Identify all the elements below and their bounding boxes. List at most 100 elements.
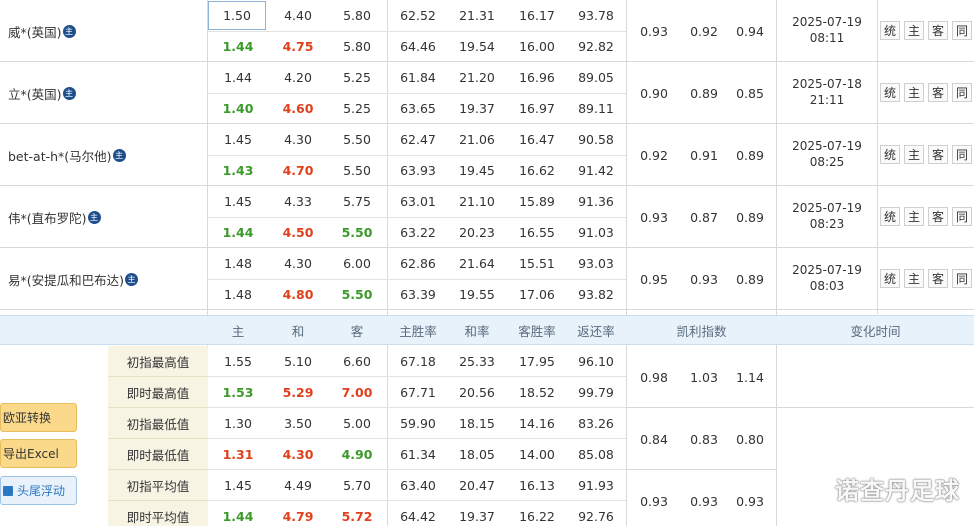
live-away-value: 5.25 <box>343 101 371 116</box>
live-home-rate-value: 63.39 <box>400 287 436 302</box>
change-time: 2025-07-19 08:23 <box>777 200 877 232</box>
stat-label: 即时最高值 <box>108 377 208 408</box>
stat-home-value: 1.55 <box>224 354 252 369</box>
home-button[interactable]: 主 <box>904 207 924 226</box>
initial-draw-rate-value: 21.64 <box>459 256 495 271</box>
stat-kelly-value: 0.83 <box>690 431 718 447</box>
same-button[interactable]: 同 <box>952 83 972 102</box>
initial-home-rate-value: 63.01 <box>400 194 436 209</box>
bookmaker-name[interactable]: 伟*(直布罗陀) 主 <box>8 208 101 227</box>
away-button[interactable]: 客 <box>928 207 948 226</box>
same-button[interactable]: 同 <box>952 269 972 288</box>
stat-draw-rate-value: 18.05 <box>459 447 495 462</box>
live-draw-rate-value: 19.55 <box>459 287 495 302</box>
stats-button[interactable]: 统 <box>880 21 900 40</box>
stats-button[interactable]: 统 <box>880 269 900 288</box>
initial-away-rate-value: 16.96 <box>519 70 555 85</box>
same-button[interactable]: 同 <box>952 21 972 40</box>
home-button[interactable]: 主 <box>904 83 924 102</box>
same-button[interactable]: 同 <box>952 145 972 164</box>
initial-draw-rate-value: 21.31 <box>459 8 495 23</box>
initial-away-rate-value: 15.51 <box>519 256 555 271</box>
stat-kelly-value: 0.84 <box>640 431 668 447</box>
stat-label: 即时平均值 <box>108 501 208 526</box>
stats-button[interactable]: 统 <box>880 83 900 102</box>
live-return-rate-value: 91.03 <box>578 225 614 240</box>
initial-home-rate-value: 61.84 <box>400 70 436 85</box>
away-button[interactable]: 客 <box>928 21 948 40</box>
home-button[interactable]: 主 <box>904 269 924 288</box>
live-home-value: 1.44 <box>222 39 254 54</box>
stats-button[interactable]: 统 <box>880 145 900 164</box>
export-excel-button[interactable]: 导出Excel <box>0 439 77 468</box>
bookmaker-name-label: 易*(安提瓜和巴布达) <box>8 273 125 288</box>
bookmaker-name[interactable]: bet-at-h*(马尔他) 主 <box>8 146 126 165</box>
live-away-value: 5.50 <box>341 225 373 240</box>
main-badge-icon: 主 <box>125 273 139 286</box>
stat-home-rate-value: 67.18 <box>400 354 436 369</box>
header-away-rate: 客胜率 <box>518 323 556 339</box>
stat-label: 即时最低值 <box>108 439 208 470</box>
bookmaker-name[interactable]: 威*(英国) 主 <box>8 22 76 41</box>
stat-away-rate-value: 16.22 <box>519 509 555 524</box>
head-tail-float-button[interactable]: 头尾浮动 <box>0 476 77 505</box>
initial-home-value: 1.50 <box>208 1 266 30</box>
initial-away-value: 6.00 <box>343 256 371 271</box>
change-date: 2025-07-19 <box>792 15 862 29</box>
initial-home-rate-value: 62.52 <box>400 8 436 23</box>
euro-asia-convert-button[interactable]: 欧亚转换 <box>0 403 77 432</box>
stat-kelly-value: 1.14 <box>736 369 764 385</box>
kelly-value: 0.93 <box>690 271 718 287</box>
stat-return-rate-value: 91.93 <box>578 478 614 493</box>
stat-label: 初指最高值 <box>108 346 208 377</box>
header-draw-rate: 和率 <box>464 323 490 339</box>
kelly-value: 0.93 <box>640 23 668 39</box>
initial-draw-rate-value: 21.10 <box>459 194 495 209</box>
stat-home-value: 1.44 <box>222 509 254 524</box>
stat-kelly-value: 1.03 <box>690 369 718 385</box>
live-away-value: 5.50 <box>343 163 371 178</box>
initial-draw-value: 4.30 <box>284 132 312 147</box>
away-button[interactable]: 客 <box>928 83 948 102</box>
stat-draw-rate-value: 18.15 <box>459 416 495 431</box>
kelly-value: 0.90 <box>640 85 668 101</box>
kelly-value: 0.91 <box>690 147 718 163</box>
home-button[interactable]: 主 <box>904 21 924 40</box>
initial-away-rate-value: 16.47 <box>519 132 555 147</box>
kelly-value: 0.85 <box>736 85 764 101</box>
header-away: 客 <box>350 323 364 339</box>
away-button[interactable]: 客 <box>928 145 948 164</box>
live-away-rate-value: 16.55 <box>519 225 555 240</box>
live-draw-value: 4.60 <box>282 101 314 116</box>
initial-home-value: 1.45 <box>224 194 252 209</box>
bookmaker-name[interactable]: 易*(安提瓜和巴布达) 主 <box>8 270 139 289</box>
change-date: 2025-07-18 <box>792 77 862 91</box>
kelly-value: 0.92 <box>640 147 668 163</box>
live-draw-rate-value: 19.37 <box>459 101 495 116</box>
same-button[interactable]: 同 <box>952 207 972 226</box>
live-return-rate-value: 89.11 <box>578 101 614 116</box>
bookmaker-name[interactable]: 立*(英国) 主 <box>8 84 76 103</box>
kelly-value: 0.93 <box>640 209 668 225</box>
stat-home-rate-value: 64.42 <box>400 509 436 524</box>
header-draw: 和 <box>291 323 305 339</box>
change-time: 2025-07-19 08:11 <box>777 14 877 46</box>
stats-button[interactable]: 统 <box>880 207 900 226</box>
main-badge-icon: 主 <box>62 87 76 100</box>
live-home-value: 1.43 <box>222 163 254 178</box>
live-home-rate-value: 63.22 <box>400 225 436 240</box>
live-draw-value: 4.70 <box>282 163 314 178</box>
live-away-rate-value: 16.00 <box>519 39 555 54</box>
stat-draw-rate-value: 20.47 <box>459 478 495 493</box>
home-button[interactable]: 主 <box>904 145 924 164</box>
initial-return-rate-value: 91.36 <box>578 194 614 209</box>
away-button[interactable]: 客 <box>928 269 948 288</box>
initial-draw-value: 4.30 <box>284 256 312 271</box>
bookmaker-name-label: bet-at-h*(马尔他) <box>8 149 112 164</box>
live-home-rate-value: 64.46 <box>400 39 436 54</box>
live-away-rate-value: 16.97 <box>519 101 555 116</box>
stat-home-value: 1.30 <box>224 416 252 431</box>
live-home-rate-value: 63.93 <box>400 163 436 178</box>
stat-kelly-value: 0.98 <box>640 369 668 385</box>
stat-return-rate-value: 92.76 <box>578 509 614 524</box>
